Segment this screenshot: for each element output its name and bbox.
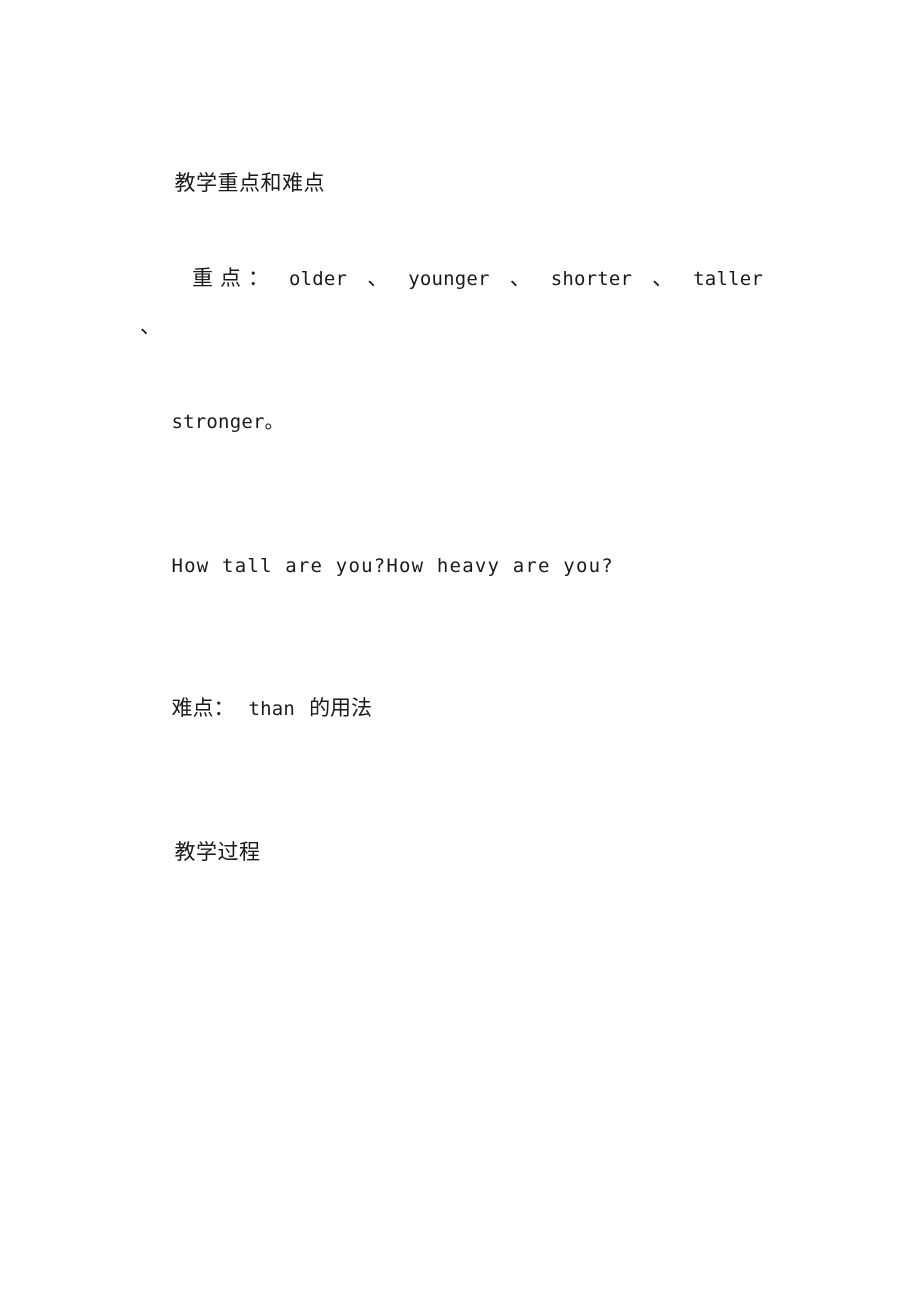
key-points-label: 重点 (192, 265, 248, 290)
key-point-word-older: older (289, 267, 348, 290)
difficulty-label: 难点： (171, 696, 235, 720)
example-questions-line: How tall are you?How heavy are you? (140, 494, 788, 638)
document-page: 教学重点和难点 重点： older 、 younger 、 shorter 、 taller 、… (0, 0, 920, 1302)
heading-teaching-process-text: 教学过程 (174, 839, 261, 864)
heading-key-and-difficult-points: 教学重点和难点 (140, 112, 788, 255)
key-points-separator-1: 、 (367, 265, 389, 290)
key-points-separator-2: 、 (509, 265, 531, 290)
key-point-word-stronger: stronger。 (171, 411, 284, 433)
key-point-word-shorter: shorter (550, 267, 633, 290)
document-text-body: 教学重点和难点 重点： older 、 younger 、 shorter 、 taller 、… (140, 112, 788, 924)
difficulty-usage-text: 的用法 (309, 696, 373, 720)
key-points-line: 重点： older 、 younger 、 shorter 、 taller 、 (140, 255, 788, 351)
key-points-colon: ： (248, 265, 269, 290)
key-points-continuation-line: stronger。 (140, 351, 788, 495)
difficulty-point-line: 难点： than 的用法 (140, 638, 788, 782)
key-point-word-younger: younger (408, 267, 490, 290)
heading-key-and-difficult-points-text: 教学重点和难点 (174, 170, 325, 195)
difficulty-word-than: than (248, 698, 296, 720)
key-point-word-taller: taller (693, 267, 764, 290)
example-questions-text: How tall are you?How heavy are you? (171, 554, 614, 577)
key-points-separator-3: 、 (652, 265, 674, 290)
heading-teaching-process: 教学过程 (140, 781, 788, 924)
key-points-separator-4: 、 (140, 314, 161, 338)
